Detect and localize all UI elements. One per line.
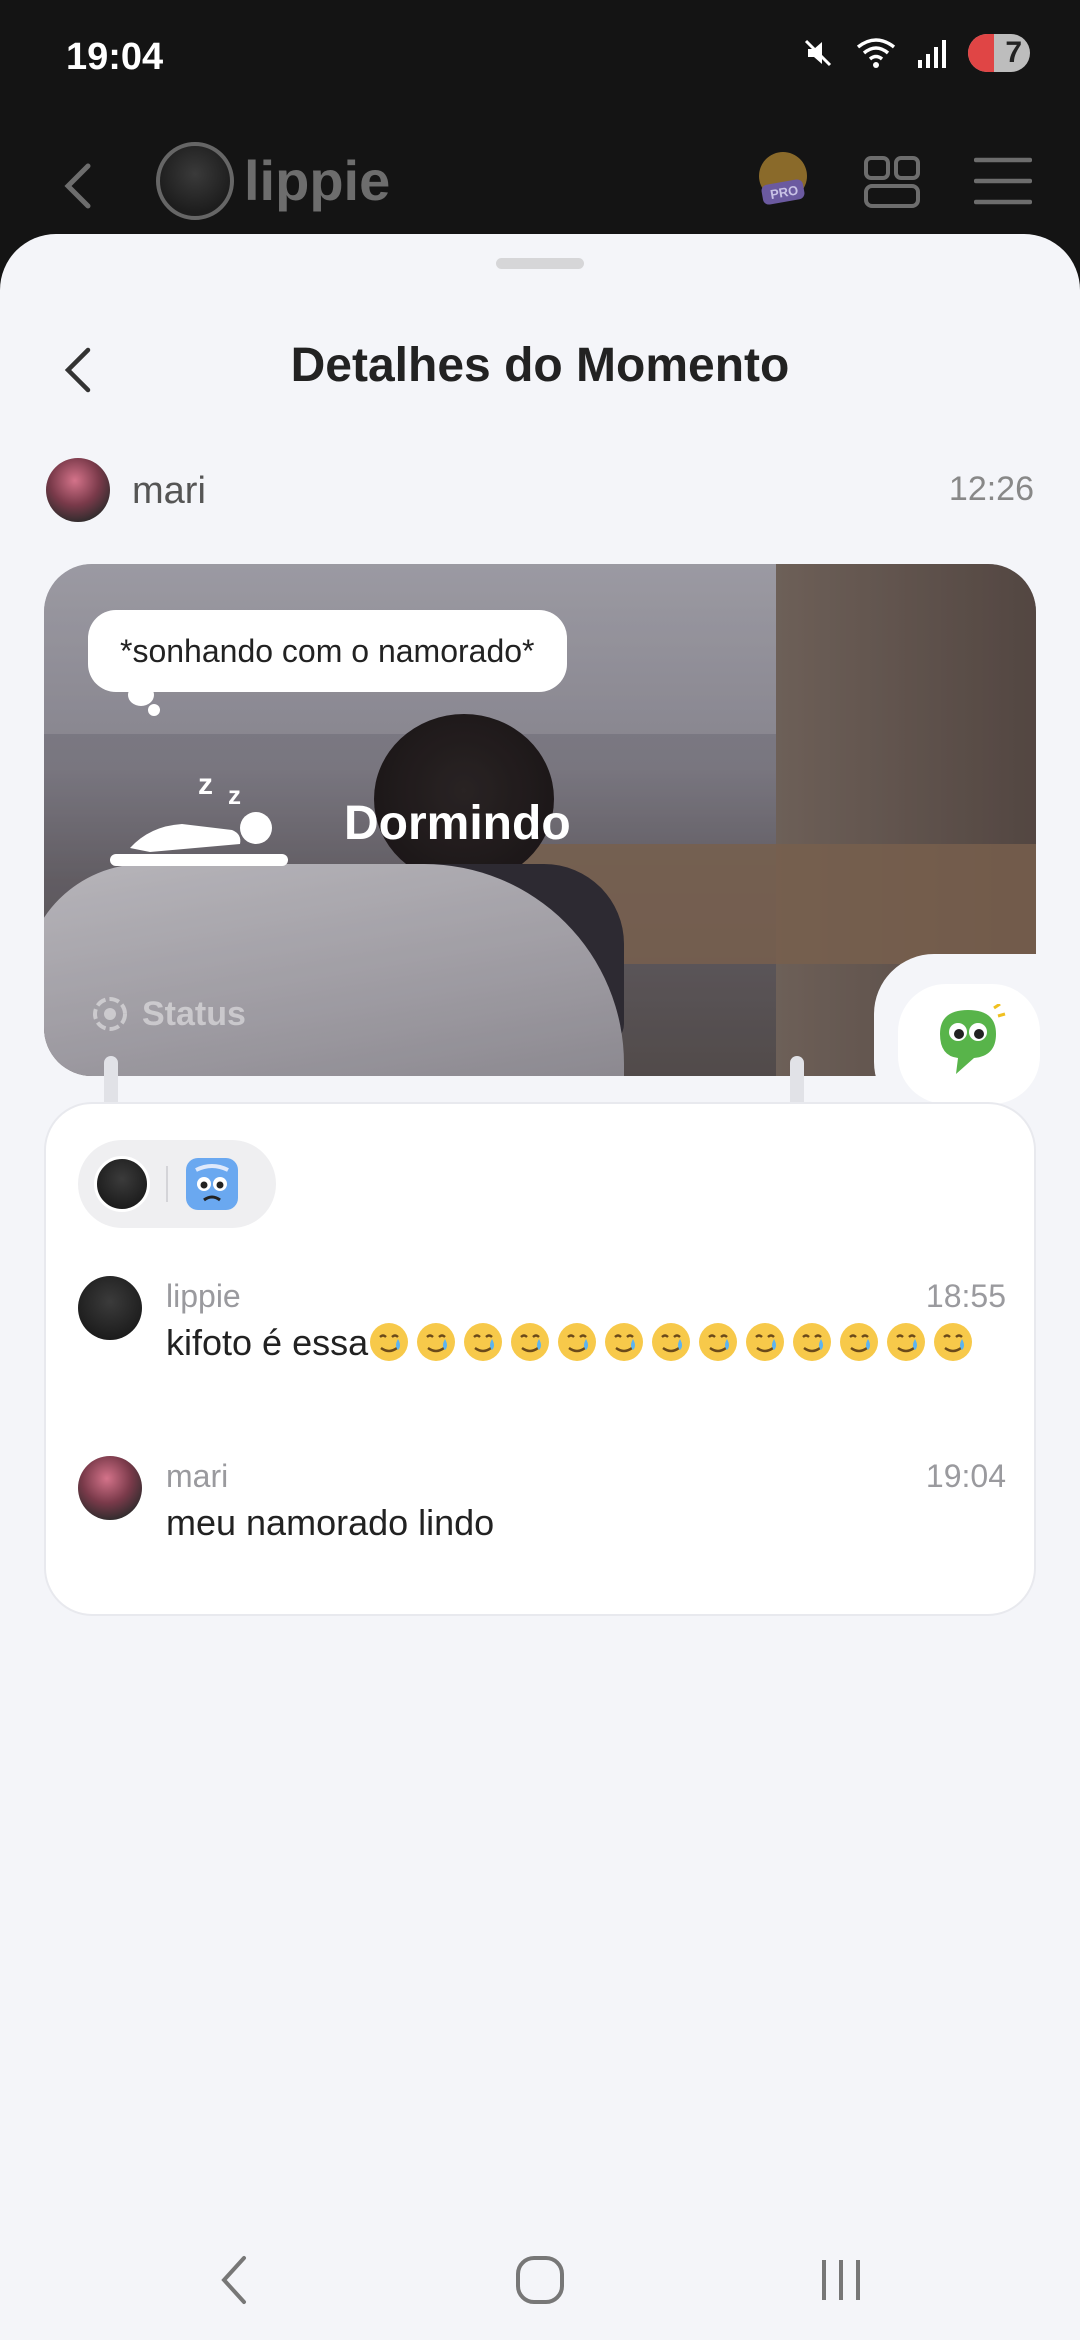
- thought-bubble: *sonhando com o namorado*: [88, 610, 567, 692]
- status-time: 19:04: [66, 36, 164, 78]
- chat-app-bar: lippie PRO: [0, 120, 1080, 240]
- moment-time: 12:26: [948, 470, 1034, 508]
- avatar[interactable]: [78, 1276, 142, 1340]
- smiling-tear-emoji-icon: [840, 1323, 879, 1361]
- sad-face-sticker-icon[interactable]: [184, 1156, 240, 1212]
- comment-item: lippie 18:55 kifoto é essa: [78, 1276, 1006, 1416]
- mute-icon: [804, 39, 832, 67]
- reactions-bar[interactable]: [78, 1140, 276, 1228]
- thought-bubble-dot: [128, 684, 154, 706]
- wifi-icon: [856, 38, 896, 68]
- smiling-tear-emoji-icon: [511, 1323, 550, 1361]
- smiling-tear-emoji-icon: [934, 1323, 973, 1361]
- smiling-tear-emoji-icon: [887, 1323, 926, 1361]
- comment-author[interactable]: lippie: [166, 1278, 241, 1315]
- smiling-tear-emoji-icon: [464, 1323, 503, 1361]
- smiling-tear-emoji-icon: [652, 1323, 691, 1361]
- green-monster-icon: [940, 1004, 1006, 1074]
- emoji-row: [368, 1322, 979, 1363]
- smiling-tear-emoji-icon: [417, 1323, 456, 1361]
- battery-icon: 7: [968, 34, 1030, 72]
- status-bar: 19:04 7: [0, 0, 1080, 120]
- status-tag-label: Status: [142, 994, 246, 1033]
- avatar[interactable]: [46, 458, 110, 522]
- comment-time: 19:04: [925, 1458, 1006, 1494]
- avatar[interactable]: [78, 1456, 142, 1520]
- chat-user-name[interactable]: lippie: [244, 148, 390, 213]
- system-nav-bar: [0, 2220, 1080, 2340]
- smiling-tear-emoji-icon: [793, 1323, 832, 1361]
- sheet-header: Detalhes do Momento: [0, 330, 1080, 410]
- back-arrow-icon[interactable]: [58, 158, 98, 214]
- sheet-drag-handle[interactable]: [496, 258, 584, 269]
- reactor-avatar[interactable]: [94, 1156, 150, 1212]
- comments-card: lippie 18:55 kifoto é essa mari 19:04 me…: [44, 1102, 1036, 1616]
- thought-bubble-dot: [148, 704, 160, 716]
- author-name[interactable]: mari: [132, 470, 206, 513]
- menu-icon[interactable]: [974, 156, 1032, 206]
- signal-icon: [918, 40, 946, 68]
- pro-badge-icon[interactable]: PRO: [752, 150, 814, 212]
- comment-item: mari 19:04 meu namorado lindo: [78, 1456, 1006, 1556]
- comment-text-body: kifoto é essa: [166, 1322, 369, 1363]
- smiling-tear-emoji-icon: [699, 1323, 738, 1361]
- moment-author-row: mari 12:26: [0, 456, 1080, 526]
- svg-text:z: z: [228, 780, 241, 810]
- react-sticker-button[interactable]: [898, 984, 1040, 1104]
- sleeping-person-icon: z z: [110, 768, 288, 866]
- status-icon: [93, 997, 127, 1031]
- nav-back-icon[interactable]: [214, 2250, 254, 2310]
- comment-time: 18:55: [925, 1278, 1006, 1314]
- nav-home-icon[interactable]: [512, 2250, 568, 2310]
- page-title: Detalhes do Momento: [290, 339, 790, 392]
- battery-level: 7: [1005, 36, 1022, 69]
- chat-avatar[interactable]: [156, 142, 234, 220]
- smiling-tear-emoji-icon: [605, 1323, 644, 1361]
- mood-label: Dormindo: [344, 797, 571, 850]
- grid-icon[interactable]: [862, 154, 922, 210]
- svg-text:z: z: [198, 768, 213, 801]
- nav-recents-icon[interactable]: [816, 2250, 866, 2310]
- comment-text: kifoto é essa: [166, 1320, 986, 1366]
- comment-author[interactable]: mari: [166, 1458, 228, 1495]
- status-tag: Status: [90, 994, 246, 1034]
- smiling-tear-emoji-icon: [370, 1323, 409, 1361]
- smiling-tear-emoji-icon: [746, 1323, 785, 1361]
- comment-text: meu namorado lindo: [166, 1502, 495, 1543]
- status-icons: 7: [800, 34, 1030, 72]
- smiling-tear-emoji-icon: [558, 1323, 597, 1361]
